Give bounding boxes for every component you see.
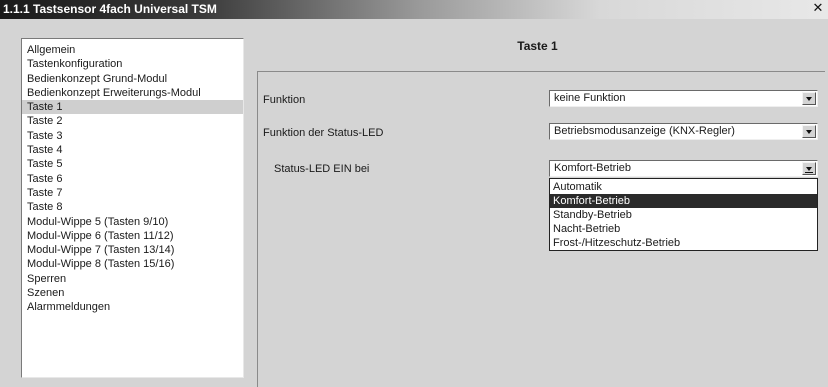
sidebar-item[interactable]: Tastenkonfiguration xyxy=(22,57,243,71)
sidebar-item[interactable]: Taste 6 xyxy=(22,172,243,186)
funktion-select[interactable]: keine Funktion xyxy=(549,90,818,107)
sidebar-item[interactable]: Taste 7 xyxy=(22,186,243,200)
status-led-ein-dropdown-list: Automatik Komfort-Betrieb Standby-Betrieb N… xyxy=(549,178,818,251)
funktion-label: Funktion xyxy=(263,94,306,106)
window-title: 1.1.1 Tastsensor 4fach Universal TSM xyxy=(3,2,217,16)
sidebar-item[interactable]: Bedienkonzept Erweiterungs-Modul xyxy=(22,86,243,100)
sidebar-item[interactable]: Alarmmeldungen xyxy=(22,300,243,314)
sidebar-item[interactable]: Taste 5 xyxy=(22,157,243,171)
sidebar-item[interactable]: Taste 2 xyxy=(22,114,243,128)
sidebar-item[interactable]: Taste 1 xyxy=(22,100,243,115)
sidebar-item[interactable]: Modul-Wippe 6 (Tasten 11/12) xyxy=(22,229,243,243)
sidebar-item[interactable]: Taste 3 xyxy=(22,129,243,143)
chevron-down-icon[interactable] xyxy=(802,125,816,138)
status-led-ein-value: Komfort-Betrieb xyxy=(554,162,632,174)
sidebar-item[interactable]: Modul-Wippe 8 (Tasten 15/16) xyxy=(22,257,243,271)
status-led-ein-select[interactable]: Komfort-Betrieb xyxy=(549,160,818,177)
dropdown-option[interactable]: Komfort-Betrieb xyxy=(550,194,817,208)
sidebar-item[interactable]: Szenen xyxy=(22,286,243,300)
dropdown-option[interactable]: Automatik xyxy=(550,180,817,194)
sidebar-item[interactable]: Taste 8 xyxy=(22,200,243,214)
dropdown-option[interactable]: Nacht-Betrieb xyxy=(550,222,817,236)
page-title: Taste 1 xyxy=(517,39,558,53)
close-icon[interactable] xyxy=(811,1,825,15)
sidebar-item[interactable]: Bedienkonzept Grund-Modul xyxy=(22,72,243,86)
chevron-down-icon[interactable] xyxy=(802,92,816,105)
status-led-ein-label: Status-LED EIN bei xyxy=(274,163,370,175)
funktion-value: keine Funktion xyxy=(554,92,626,104)
status-led-funktion-value: Betriebsmodusanzeige (KNX-Regler) xyxy=(554,125,735,137)
sidebar-item[interactable]: Modul-Wippe 5 (Tasten 9/10) xyxy=(22,215,243,229)
sidebar-item[interactable]: Allgemein xyxy=(22,43,243,57)
dropdown-option[interactable]: Standby-Betrieb xyxy=(550,208,817,222)
dropdown-option[interactable]: Frost-/Hitzeschutz-Betrieb xyxy=(550,236,817,250)
sidebar-item[interactable]: Taste 4 xyxy=(22,143,243,157)
sidebar-item[interactable]: Sperren xyxy=(22,272,243,286)
sidebar: Allgemein Tastenkonfiguration Bedienkonzep… xyxy=(21,38,244,378)
sidebar-item[interactable]: Modul-Wippe 7 (Tasten 13/14) xyxy=(22,243,243,257)
chevron-down-icon[interactable] xyxy=(802,162,816,175)
status-led-funktion-label: Funktion der Status-LED xyxy=(263,127,384,139)
status-led-funktion-select[interactable]: Betriebsmodusanzeige (KNX-Regler) xyxy=(549,123,818,140)
title-bar: 1.1.1 Tastsensor 4fach Universal TSM xyxy=(0,0,828,19)
